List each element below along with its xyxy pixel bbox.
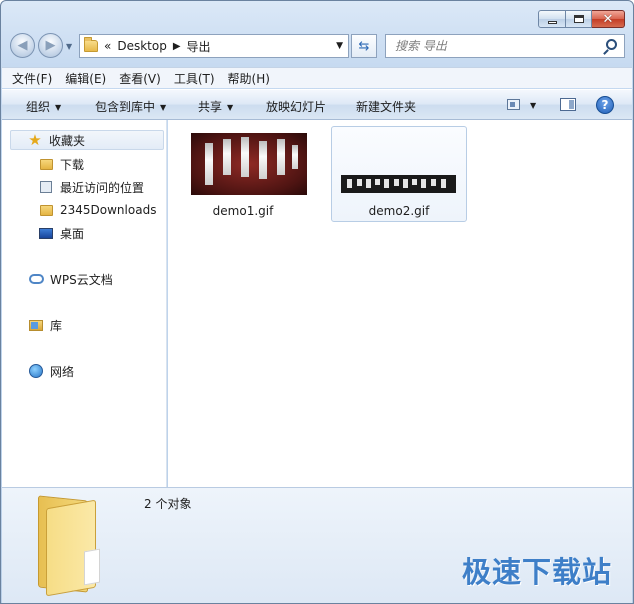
- new-folder-button[interactable]: 新建文件夹: [356, 98, 416, 115]
- share-label: 共享: [198, 100, 223, 114]
- close-button[interactable]: ✕: [592, 10, 625, 28]
- sidebar-item-wps-cloud[interactable]: WPS云文档: [28, 269, 113, 289]
- close-icon: ✕: [602, 11, 614, 27]
- organize-button[interactable]: 组织 ▼: [26, 98, 61, 115]
- forward-button[interactable]: ▶: [38, 33, 63, 58]
- breadcrumb-export[interactable]: 导出: [187, 38, 211, 55]
- back-button[interactable]: ◀: [10, 33, 35, 58]
- search-box: [385, 34, 625, 58]
- share-button[interactable]: 共享 ▼: [198, 98, 233, 115]
- minimize-icon: [547, 20, 557, 24]
- change-view-icon[interactable]: [507, 99, 520, 110]
- folder-icon: [39, 158, 53, 170]
- sidebar-item-recent-places[interactable]: 最近访问的位置: [38, 177, 144, 197]
- sidebar-item-label: WPS云文档: [50, 272, 113, 287]
- star-icon: ★: [28, 131, 42, 149]
- watermark-logo: 极速下载站: [461, 555, 612, 589]
- menu-bar: 文件(F) 编辑(E) 查看(V) 工具(T) 帮助(H): [2, 67, 632, 88]
- demo2-thumbnail: [341, 175, 456, 193]
- dropdown-arrow-icon: ▼: [160, 103, 167, 112]
- file-name: demo1.gif: [212, 204, 274, 218]
- file-item-demo1[interactable]: demo1.gif: [175, 126, 311, 222]
- menu-tools[interactable]: 工具(T): [174, 70, 215, 87]
- folder-icon: [84, 37, 98, 52]
- navigation-pane: ★ 收藏夹 下载 最近访问的位置 2345Downloads 桌面 WPS云文档…: [2, 120, 167, 487]
- sidebar-item-network[interactable]: 网络: [28, 361, 74, 381]
- menu-help[interactable]: 帮助(H): [228, 70, 270, 87]
- navigation-row: ◀ ▶ ▼ « Desktop ▶ 导出 ▼ ⇆: [9, 33, 627, 59]
- details-pane: 2 个对象 极速下载站: [2, 487, 632, 603]
- sidebar-item-label: 2345Downloads: [60, 203, 157, 217]
- file-item-demo2[interactable]: demo2.gif: [331, 126, 467, 222]
- organize-label: 组织: [26, 100, 51, 114]
- arrow-right-icon: ▶: [45, 38, 56, 53]
- cloud-icon: [28, 274, 44, 284]
- file-name: demo2.gif: [368, 204, 430, 218]
- folder-icon: [30, 492, 126, 597]
- slideshow-button[interactable]: 放映幻灯片: [266, 98, 326, 115]
- sidebar-item-label: 网络: [50, 364, 75, 379]
- recent-places-icon: [40, 181, 52, 193]
- help-icon: ?: [601, 98, 609, 112]
- refresh-button[interactable]: ⇆: [351, 34, 377, 58]
- sidebar-item-2345downloads[interactable]: 2345Downloads: [38, 200, 156, 220]
- address-bar[interactable]: « Desktop ▶ 导出 ▼: [79, 34, 349, 58]
- maximize-icon: [573, 15, 584, 23]
- include-in-library-button[interactable]: 包含到库中 ▼: [95, 98, 166, 115]
- help-button[interactable]: ?: [596, 96, 614, 114]
- sidebar-item-favorites[interactable]: ★ 收藏夹: [10, 130, 164, 150]
- sidebar-item-label: 桌面: [60, 226, 85, 241]
- command-bar: 组织 ▼ 包含到库中 ▼ 共享 ▼ 放映幻灯片 新建文件夹 ▼ ?: [2, 89, 632, 120]
- folder-icon: [39, 204, 53, 216]
- sidebar-item-label: 下载: [60, 157, 85, 172]
- recent-pages-dropdown[interactable]: ▼: [66, 42, 72, 51]
- menu-file[interactable]: 文件(F): [12, 70, 52, 87]
- breadcrumb-overflow[interactable]: «: [104, 39, 111, 53]
- address-dropdown-icon[interactable]: ▼: [336, 41, 343, 51]
- view-options-dropdown[interactable]: ▼: [530, 101, 536, 110]
- breadcrumb-desktop[interactable]: Desktop: [117, 39, 167, 53]
- explorer-window: ✕ ◀ ▶ ▼ « Desktop ▶ 导出 ▼ ⇆ 文件(F) 编辑(E) 查…: [0, 0, 634, 604]
- sidebar-item-downloads[interactable]: 下载: [38, 154, 84, 174]
- menu-view[interactable]: 查看(V): [119, 70, 161, 87]
- dropdown-arrow-icon: ▼: [55, 103, 62, 112]
- slideshow-label: 放映幻灯片: [266, 100, 327, 114]
- sidebar-item-label: 库: [50, 318, 63, 333]
- monitor-icon: [39, 227, 53, 239]
- search-input[interactable]: [395, 39, 595, 53]
- sidebar-item-desktop[interactable]: 桌面: [38, 223, 84, 243]
- arrow-left-icon: ◀: [17, 38, 28, 53]
- dropdown-arrow-icon: ▼: [227, 103, 234, 112]
- maximize-button[interactable]: [566, 10, 592, 28]
- minimize-button[interactable]: [538, 10, 566, 28]
- caption-buttons: ✕: [538, 10, 625, 28]
- file-list: demo1.gif demo2.gif: [168, 120, 632, 487]
- demo1-thumbnail: [191, 133, 307, 195]
- sidebar-item-label: 最近访问的位置: [60, 180, 145, 195]
- include-label: 包含到库中: [95, 100, 156, 114]
- library-icon: [29, 319, 43, 331]
- globe-icon: [29, 364, 43, 378]
- preview-pane-icon[interactable]: [560, 98, 576, 111]
- sidebar-item-libraries[interactable]: 库: [28, 315, 62, 335]
- magnifier-icon[interactable]: [606, 39, 617, 50]
- new-folder-label: 新建文件夹: [356, 100, 417, 114]
- refresh-icon: ⇆: [358, 38, 370, 54]
- menu-edit[interactable]: 编辑(E): [65, 70, 106, 87]
- sidebar-item-label: 收藏夹: [49, 133, 86, 148]
- breadcrumb-chevron-icon[interactable]: ▶: [173, 41, 181, 52]
- item-count: 2 个对象: [144, 497, 192, 511]
